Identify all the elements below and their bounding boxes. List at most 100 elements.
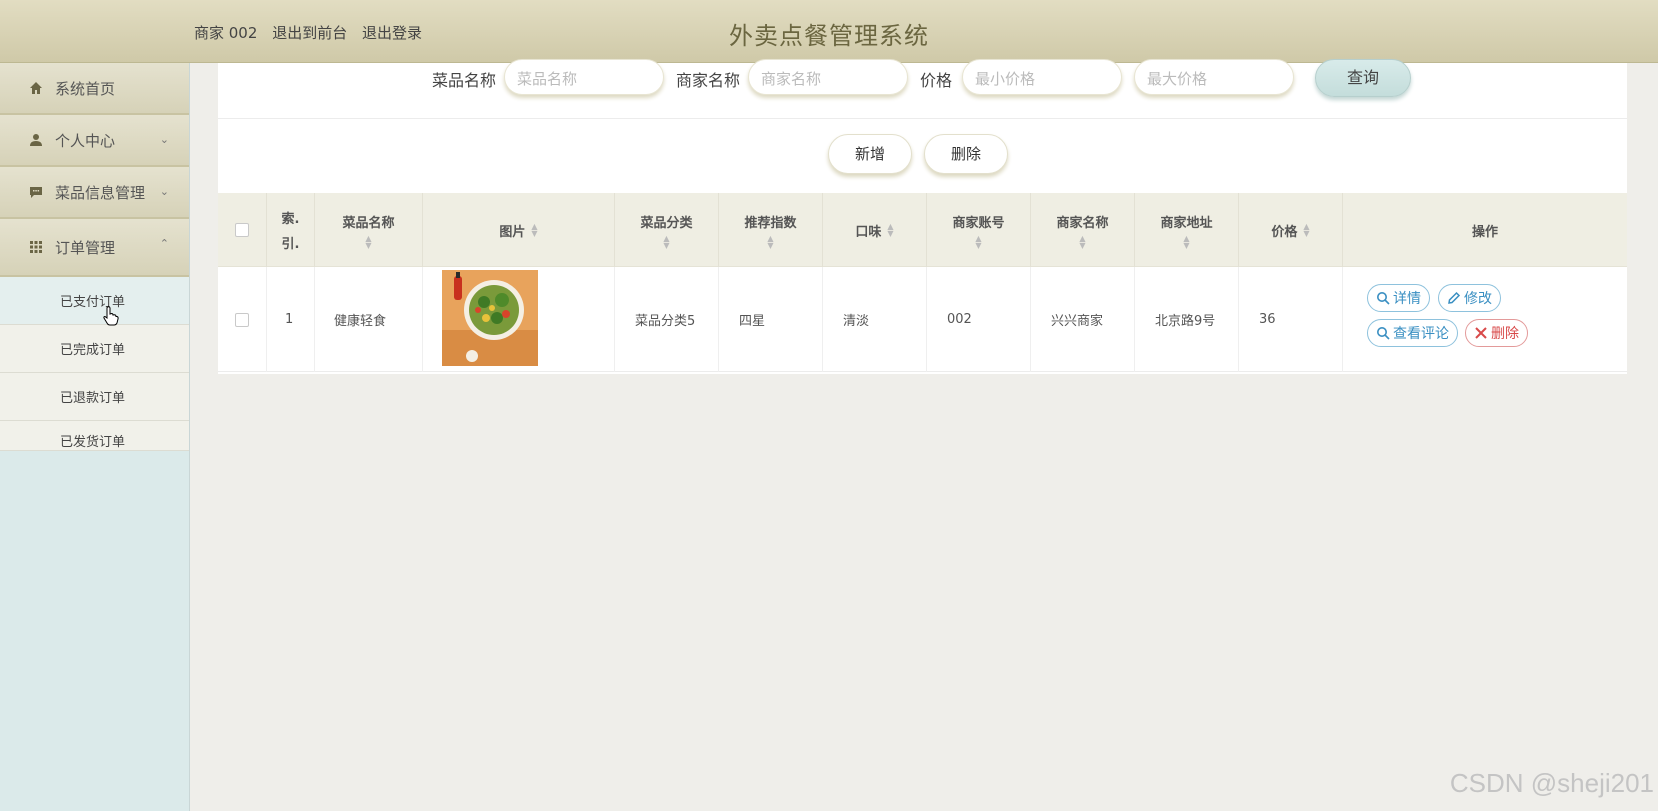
col-merchant-account[interactable]: 商家账号 ▲ ▼ [927,193,1031,267]
col-taste-label: 口味 [855,224,882,240]
chevron-down-icon: ⌄ [159,133,169,146]
edit-button[interactable]: 修改 [1438,284,1501,312]
sidebar-item-profile[interactable]: 个人中心 ⌄ [0,115,189,167]
grid-icon [28,239,44,255]
sidebar-item-label: 菜品信息管理 [55,183,146,202]
cell-taste: 清淡 [823,267,927,372]
top-header: 商家 002 退出到前台 退出登录 外卖点餐管理系统 [0,0,1658,63]
search-icon [1377,292,1390,305]
detail-label: 详情 [1393,291,1421,307]
sort-icon: ▲ ▼ [975,233,982,250]
col-operation-label: 操作 [1471,224,1498,240]
search-bar: 菜品名称 菜品名称 商家名称 商家名称 价格 最小价格 最大价格 查询 [218,59,1627,119]
sort-icon: ▲ ▼ [767,233,774,250]
col-merchant-name[interactable]: 商家名称 ▲ ▼ [1031,193,1135,267]
search-icon [1377,327,1390,340]
sidebar-item-order-management[interactable]: 订单管理 ⌃ [0,219,189,277]
cell-index: 1 [267,267,315,372]
submenu-refunded-orders[interactable]: 已退款订单 [0,373,189,421]
col-image-label: 图片 [499,224,526,240]
sort-icon: ▲ ▼ [1079,233,1086,250]
chevron-down-icon: ⌄ [159,185,169,198]
merchant-name-label: 商家名称 [676,71,741,90]
detail-button[interactable]: 详情 [1367,284,1430,312]
sort-icon: ▲ ▼ [1183,233,1190,250]
delete-row-button[interactable]: 删除 [1465,319,1528,347]
col-rating-label: 推荐指数 [744,215,797,231]
sort-icon: ▲ ▼ [365,233,372,250]
table-header: 索. 引. 菜品名称 ▲ ▼ 图片 ▲ ▼ 菜品分类 ▲ ▼ 推荐指数 ▲ ▼ 口味 ▲… [218,193,1627,267]
cell-category: 菜品分类5 [615,267,719,372]
dish-table: 索. 引. 菜品名称 ▲ ▼ 图片 ▲ ▼ 菜品分类 ▲ ▼ 推荐指数 ▲ ▼ 口味 ▲… [218,193,1627,372]
col-operation: 操作 [1343,193,1627,267]
action-bar: 新增 删除 [218,119,1627,193]
batch-delete-button[interactable]: 删除 [924,134,1008,174]
row-select-cell [218,267,267,372]
view-reviews-button[interactable]: 查看评论 [1367,319,1458,347]
col-dish-name-label: 菜品名称 [342,215,395,231]
delete-row-label: 删除 [1491,326,1519,342]
dish-name-label: 菜品名称 [432,71,497,90]
sort-icon: ▲ ▼ [663,233,670,250]
col-price[interactable]: 价格 ▲ ▼ [1239,193,1343,267]
dish-photo[interactable] [442,269,538,370]
col-price-label: 价格 [1271,224,1298,240]
sidebar-item-home[interactable]: 系统首页 [0,63,189,115]
col-merchant-account-label: 商家账号 [952,215,1005,231]
select-all-checkbox[interactable] [235,223,249,237]
cell-image [423,267,615,372]
col-index: 索. 引. [267,193,315,267]
select-all-cell [218,193,267,267]
col-taste[interactable]: 口味 ▲ ▼ [823,193,927,267]
chat-icon [28,184,44,200]
sidebar-item-label: 系统首页 [55,79,116,98]
col-index-line2: 引. [281,237,300,252]
query-button[interactable]: 查询 [1315,59,1411,97]
cell-operations: 详情 修改 查看评论 删除 [1343,267,1627,372]
view-reviews-label: 查看评论 [1393,326,1449,342]
sort-icon: ▲ ▼ [531,222,538,238]
edit-label: 修改 [1464,291,1492,307]
order-submenu: 已支付订单 已完成订单 已退款订单 已发货订单 [0,277,189,451]
min-price-input[interactable]: 最小价格 [962,59,1122,95]
submenu-completed-orders[interactable]: 已完成订单 [0,325,189,373]
col-image[interactable]: 图片 ▲ ▼ [423,193,615,267]
submenu-shipped-orders[interactable]: 已发货订单 [0,421,189,451]
sort-icon: ▲ ▼ [887,222,894,238]
col-index-line1: 索. [281,212,300,227]
add-button[interactable]: 新增 [828,134,912,174]
edit-icon [1448,291,1461,304]
main-panel: 菜品名称 菜品名称 商家名称 商家名称 价格 最小价格 最大价格 查询 新增 删… [218,59,1627,374]
close-icon [1475,327,1487,339]
cell-merchant-account: 002 [927,267,1031,372]
col-category[interactable]: 菜品分类 ▲ ▼ [615,193,719,267]
cell-merchant-name: 兴兴商家 [1031,267,1135,372]
table-row: 1 健康轻食 菜品分类5 四星 清淡 002 兴兴商家 北京路9号 36 详情 … [218,267,1627,372]
submenu-paid-orders[interactable]: 已支付订单 [0,277,189,325]
cell-rating: 四星 [719,267,823,372]
cell-dish-name: 健康轻食 [315,267,423,372]
user-icon [28,132,44,148]
sidebar: 系统首页 个人中心 ⌄ 菜品信息管理 ⌄ 订单管理 ⌃ 已支付订单 已完成订单 … [0,63,190,811]
sidebar-item-label: 订单管理 [55,238,116,257]
row-checkbox[interactable] [235,312,249,327]
home-icon [28,80,44,96]
app-title: 外卖点餐管理系统 [729,22,929,50]
price-label: 价格 [920,71,953,90]
hand-cursor-icon [103,306,119,330]
col-merchant-address-label: 商家地址 [1160,215,1213,231]
sidebar-item-label: 个人中心 [55,131,116,150]
col-merchant-name-label: 商家名称 [1056,215,1109,231]
sidebar-item-dish-management[interactable]: 菜品信息管理 ⌄ [0,167,189,219]
col-rating[interactable]: 推荐指数 ▲ ▼ [719,193,823,267]
cell-merchant-address: 北京路9号 [1135,267,1239,372]
sort-icon: ▲ ▼ [1303,222,1310,238]
max-price-input[interactable]: 最大价格 [1134,59,1294,95]
col-dish-name[interactable]: 菜品名称 ▲ ▼ [315,193,423,267]
chevron-up-icon: ⌃ [159,237,169,250]
merchant-name-input[interactable]: 商家名称 [748,59,908,95]
watermark: CSDN @sheji201 [1449,768,1654,798]
col-category-label: 菜品分类 [640,215,693,231]
col-merchant-address[interactable]: 商家地址 ▲ ▼ [1135,193,1239,267]
dish-name-input[interactable]: 菜品名称 [504,59,664,95]
